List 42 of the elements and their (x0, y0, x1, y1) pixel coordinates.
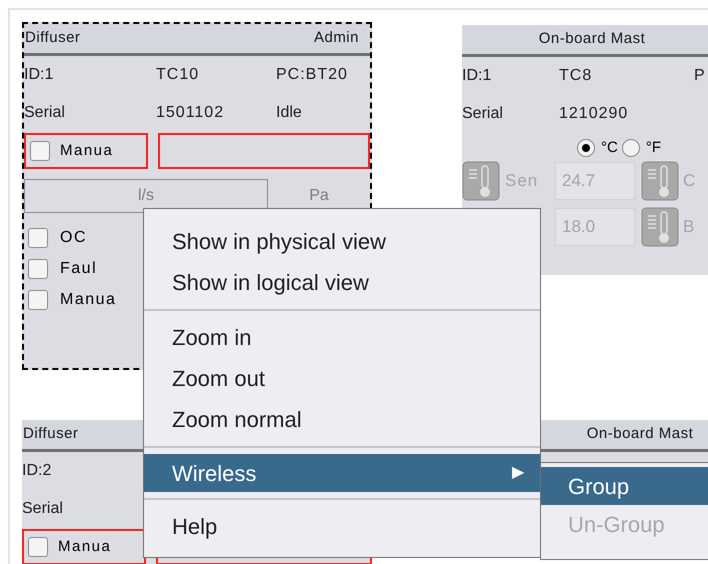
sensor-label: Sen (504, 170, 540, 192)
device-model: TC10 (156, 65, 200, 85)
option-label: OC (60, 228, 87, 248)
sensor-label: C (682, 170, 696, 192)
device-id: ID:1 (24, 65, 54, 85)
device-status: Idle (276, 103, 302, 123)
checkbox[interactable] (28, 228, 48, 248)
panel-title: On-board Mast (586, 424, 694, 444)
device-id: ID:1 (462, 66, 492, 86)
unit-radio[interactable]: °C (577, 136, 618, 160)
menu-item[interactable]: Group (541, 467, 708, 505)
thermometer-icon[interactable] (462, 161, 500, 201)
serial-label: Serial (24, 103, 66, 123)
checkbox[interactable] (28, 290, 48, 310)
checkbox[interactable] (28, 537, 48, 557)
panel-title: Diffuser (25, 28, 80, 48)
panel-title: Diffuser (23, 424, 78, 444)
thermometer-icon[interactable] (641, 207, 679, 247)
checkbox[interactable] (28, 259, 48, 279)
manual-option[interactable]: Manua (24, 133, 148, 169)
serial-label: Serial (22, 499, 64, 519)
checkbox[interactable] (30, 141, 50, 161)
option-label: Manua (60, 290, 116, 310)
serial-number: 1210290 (559, 104, 630, 124)
panel-owner: Admin (314, 28, 360, 48)
device-panel[interactable]: On-board Mast (540, 420, 708, 462)
serial-number: 1501102 (156, 103, 226, 123)
sensor-label: B (682, 216, 694, 238)
thermometer-icon[interactable] (641, 161, 679, 201)
device-code: P (694, 66, 706, 86)
menu-item[interactable]: Wireless ▶ (144, 454, 540, 492)
manual-value-field[interactable] (158, 133, 370, 169)
serial-label: Serial (462, 104, 504, 124)
device-model: TC8 (559, 66, 594, 86)
unit-radio[interactable]: °F (622, 136, 662, 160)
device-code: PC:BT20 (276, 65, 348, 85)
option-label: Faul (60, 259, 98, 279)
menu-item[interactable]: Zoom normal (144, 399, 540, 440)
device-panel[interactable]: On-board Mast ID:1 TC8 P Serial 1210290 °C °F Sen 24.7 C 18.0 B (462, 25, 708, 275)
panel-title: On-board Mast (538, 29, 646, 50)
menu-item[interactable]: Help (144, 506, 540, 547)
device-id: ID:2 (22, 461, 52, 481)
